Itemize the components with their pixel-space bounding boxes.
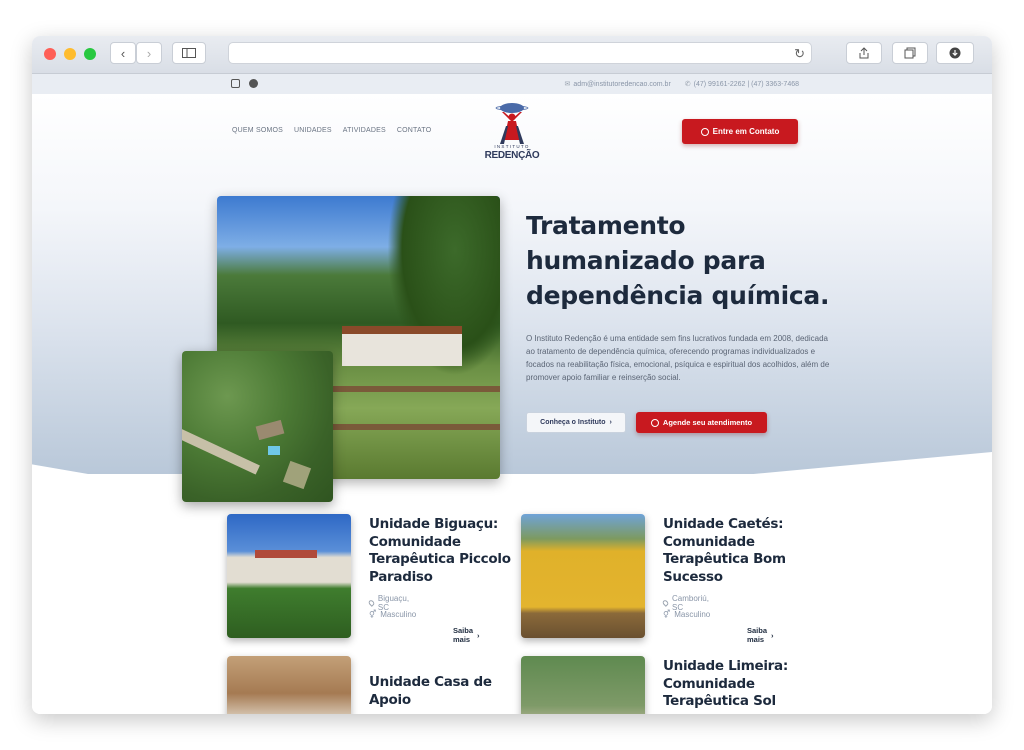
instagram-icon[interactable] — [231, 79, 240, 88]
know-institute-button[interactable]: Conheça o Instituto › — [526, 412, 626, 433]
unit-title[interactable]: Unidade Caetés: Comunidade Terapêutica B… — [663, 516, 813, 586]
unit-photo — [227, 514, 351, 638]
location-pin-icon — [661, 599, 670, 607]
unit-more-link[interactable]: Saiba mais › — [453, 626, 480, 644]
share-button[interactable] — [846, 42, 882, 64]
phone-text: (47) 99161-2262 | (47) 3363-7468 — [693, 81, 799, 88]
phone-contact[interactable]: ✆ (47) 99161-2262 | (47) 3363-7468 — [685, 80, 799, 88]
gender-icon: ⚥ — [369, 610, 377, 619]
top-info-bar: ✉ adm@institutoredencao.com.br ✆ (47) 9916… — [32, 74, 992, 94]
hero-description: O Instituto Redenção é uma entidade sem … — [526, 334, 830, 382]
email-text: adm@institutoredencao.com.br — [573, 81, 671, 88]
whatsapp-icon — [700, 127, 709, 136]
social-links — [231, 79, 258, 88]
back-button[interactable]: ‹ — [110, 42, 136, 64]
minimize-window-button[interactable] — [64, 48, 76, 60]
nav-item-contato[interactable]: CONTATO — [397, 127, 431, 134]
zoom-window-button[interactable] — [84, 48, 96, 60]
nav-item-atividades[interactable]: ATIVIDADES — [343, 127, 386, 134]
hero-photo-aerial — [182, 351, 333, 502]
unit-title[interactable]: Unidade Biguaçu: Comunidade Terapêutica … — [369, 516, 519, 586]
unit-photo — [521, 514, 645, 638]
tabs-icon — [904, 47, 916, 59]
tabs-overview-button[interactable] — [892, 42, 928, 64]
mail-icon: ✉ — [564, 81, 571, 88]
chevron-right-icon: › — [477, 630, 480, 640]
chevron-right-icon: › — [771, 630, 774, 640]
facebook-icon[interactable] — [249, 79, 258, 88]
browser-window: ‹ › ↻ ✉ adm@institutoredencao.com.br ✆ (47… — [32, 36, 992, 714]
main-nav: QUEM SOMOS UNIDADES ATIVIDADES CONTATO — [232, 127, 431, 134]
nav-item-unidades[interactable]: UNIDADES — [294, 127, 332, 134]
chevron-right-icon: › — [609, 419, 612, 426]
contact-cta-label: Entre em Contato — [712, 127, 780, 136]
unit-photo — [521, 656, 645, 714]
chevron-left-icon: ‹ — [120, 45, 126, 61]
unit-more-link[interactable]: Saiba mais › — [747, 626, 774, 644]
unit-gender: ⚥ Masculino — [369, 610, 417, 619]
web-page: ✉ adm@institutoredencao.com.br ✆ (47) 9916… — [32, 74, 992, 714]
gender-icon: ⚥ — [663, 610, 671, 619]
schedule-label: Agende seu atendimento — [662, 418, 753, 427]
contact-info: ✉ adm@institutoredencao.com.br ✆ (47) 9916… — [565, 80, 799, 88]
browser-toolbar: ‹ › ↻ — [32, 36, 992, 74]
know-institute-label: Conheça o Instituto — [540, 419, 606, 426]
share-icon — [859, 47, 869, 59]
nav-item-quem-somos[interactable]: QUEM SOMOS — [232, 127, 283, 134]
unit-title[interactable]: Unidade Limeira: Comunidade Terapêutica … — [663, 658, 813, 711]
unit-gender: ⚥ Masculino — [663, 610, 711, 619]
whatsapp-icon — [650, 418, 659, 427]
schedule-button[interactable]: Agende seu atendimento — [636, 412, 767, 433]
location-pin-icon — [367, 599, 376, 607]
logo-emblem-icon — [495, 103, 529, 144]
email-contact[interactable]: ✉ adm@institutoredencao.com.br — [565, 80, 671, 88]
phone-icon: ✆ — [684, 81, 691, 88]
hero-title: Tratamento humanizado para dependência q… — [526, 211, 830, 310]
downloads-button[interactable] — [936, 42, 974, 64]
unit-title[interactable]: Unidade Casa de Apoio — [369, 674, 519, 709]
forward-button[interactable]: › — [136, 42, 162, 64]
close-window-button[interactable] — [44, 48, 56, 60]
site-logo[interactable]: INSTITUTO REDENÇÃO — [484, 100, 540, 164]
sidebar-icon — [182, 48, 196, 58]
logo-name: REDENÇÃO — [484, 150, 540, 161]
download-icon — [949, 47, 961, 59]
chevron-right-icon: › — [146, 45, 152, 61]
sidebar-toggle-button[interactable] — [172, 42, 206, 64]
address-bar[interactable]: ↻ — [228, 42, 812, 64]
unit-photo — [227, 656, 351, 714]
contact-cta-button[interactable]: Entre em Contato — [682, 119, 798, 144]
reload-icon[interactable]: ↻ — [794, 46, 805, 62]
logo-subtitle: INSTITUTO — [494, 144, 530, 149]
